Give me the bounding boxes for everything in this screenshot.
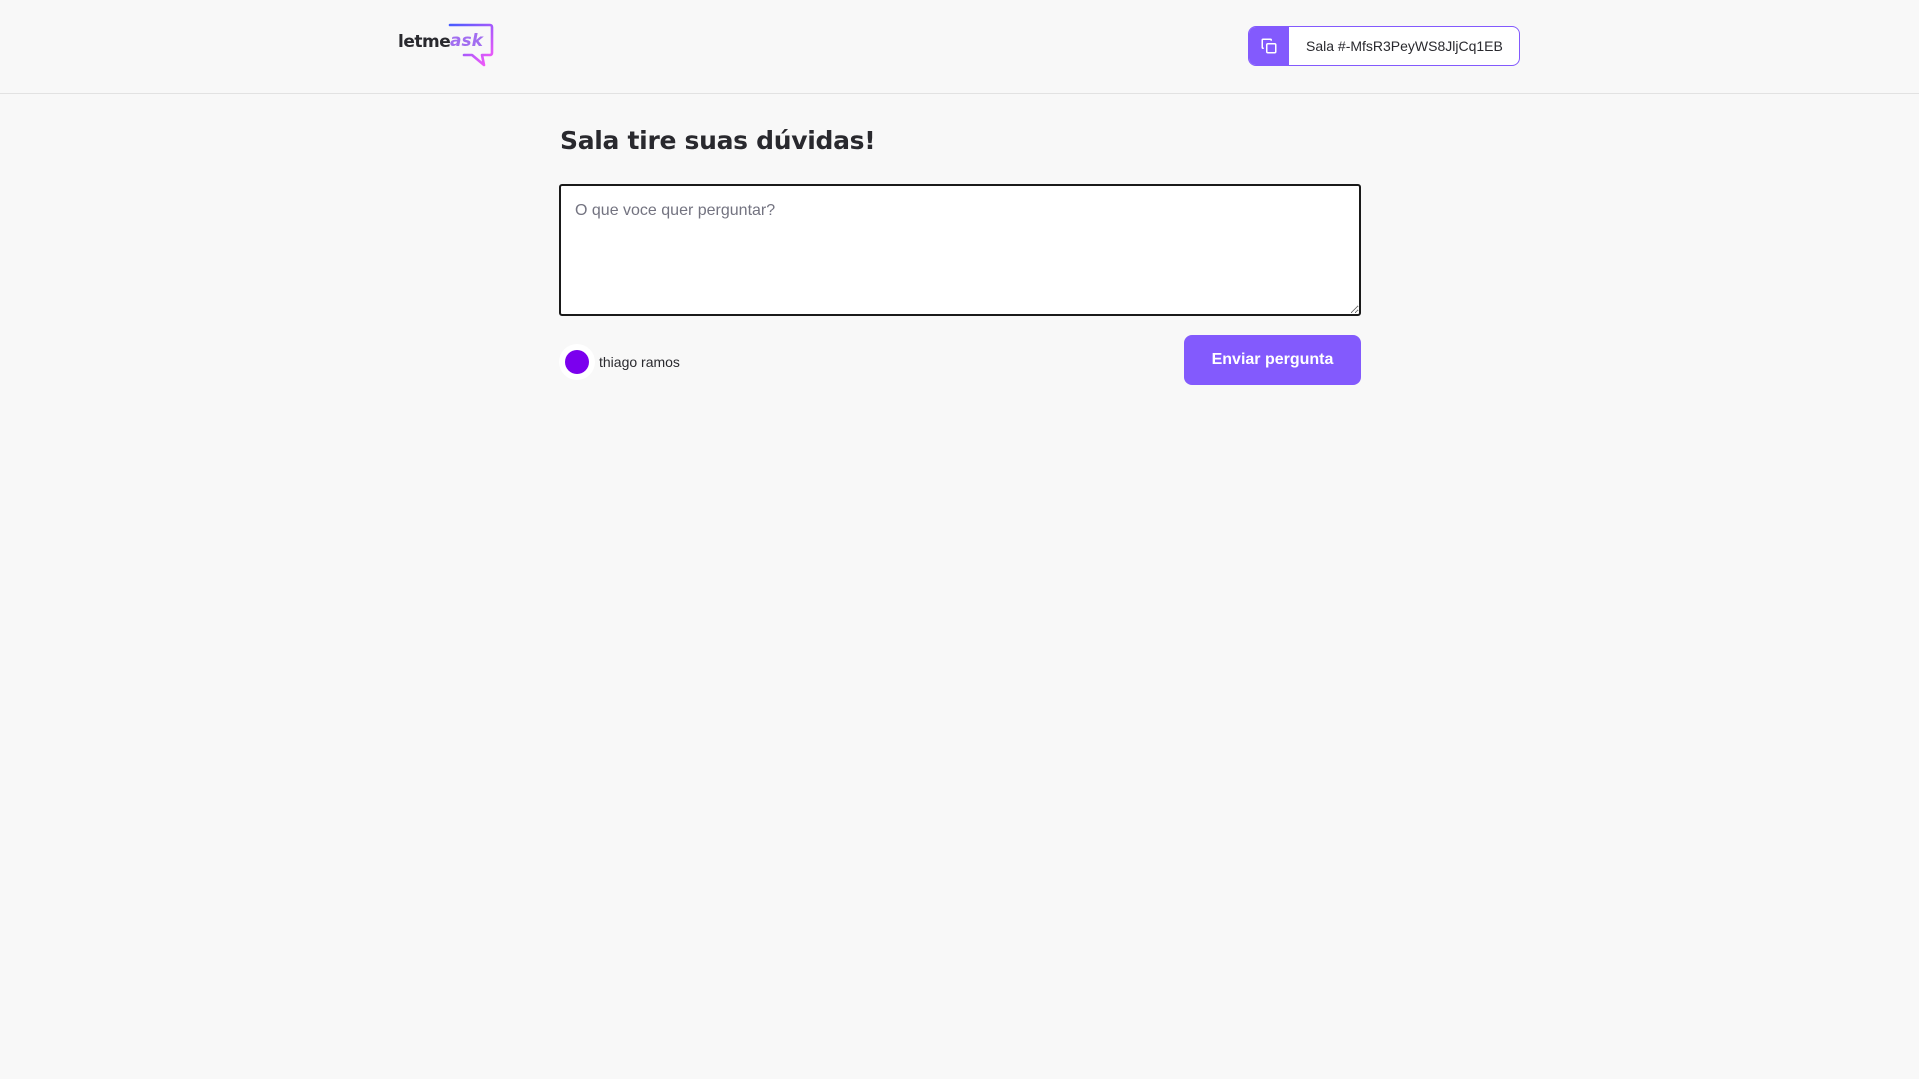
logo-text-letme: letme xyxy=(398,32,451,52)
send-question-button[interactable]: Enviar pergunta xyxy=(1184,335,1361,385)
user-name: thiago ramos xyxy=(599,354,680,370)
user-info: thiago ramos xyxy=(559,342,680,382)
question-input[interactable] xyxy=(559,184,1361,316)
logo-text-ask: ask xyxy=(450,31,483,51)
avatar-image xyxy=(565,350,589,374)
page-header: letme ask Sala #-MfsR3PeyWS8JljCq1EB xyxy=(0,0,1919,94)
letmeask-logo[interactable]: letme ask xyxy=(398,22,498,70)
room-code-label: Sala #-MfsR3PeyWS8JljCq1EB xyxy=(1306,38,1503,54)
page-title: Sala tire suas dúvidas! xyxy=(560,126,876,155)
avatar xyxy=(559,344,595,380)
copy-icon xyxy=(1249,27,1289,65)
room-code-button[interactable]: Sala #-MfsR3PeyWS8JljCq1EB xyxy=(1248,26,1520,66)
